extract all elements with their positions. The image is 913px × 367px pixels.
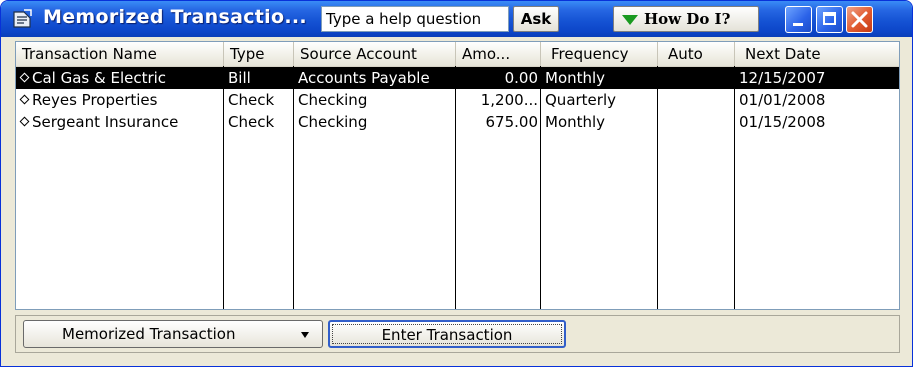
dropdown-arrow-icon [301,332,309,338]
column-header-source-account[interactable]: Source Account [294,42,456,66]
memorized-diamond-icon [19,72,30,83]
column-divider [455,66,456,309]
app-icon [13,9,32,28]
enter-transaction-label: Enter Transaction [332,324,562,344]
cell-next-date: 01/01/2008 [739,91,826,109]
cell-transaction-name: Sergeant Insurance [16,111,224,133]
maximize-icon [823,12,836,25]
cell-source-account: Checking [298,113,368,131]
column-header-auto[interactable]: Auto [658,42,735,66]
cell-transaction-name: Cal Gas & Electric [16,67,224,89]
cell-frequency: Monthly [545,113,606,131]
column-divider [293,66,294,309]
column-header-type[interactable]: Type [224,42,294,66]
cell-amount: 1,200... [480,91,538,109]
cell-source-account: Checking [298,91,368,109]
button-bar: Memorized Transaction Enter Transaction [15,315,900,353]
memorized-transaction-label: Memorized Transaction [62,325,236,343]
title-bar[interactable]: Memorized Transactio... Type a help ques… [1,1,912,37]
column-divider [540,66,541,309]
cell-type: Check [228,91,275,109]
how-do-i-label: How Do I? [644,10,731,28]
green-triangle-icon [622,15,638,25]
close-button[interactable] [846,6,873,33]
memorized-diamond-icon [19,94,30,105]
column-divider [657,66,658,309]
memorized-transaction-window: Memorized Transactio... Type a help ques… [0,0,913,367]
how-do-i-button[interactable]: How Do I? [613,6,759,32]
cell-source-account: Accounts Payable [298,69,430,87]
cell-amount: 0.00 [504,69,538,87]
cell-next-date: 01/15/2008 [739,113,826,131]
cell-transaction-name: Reyes Properties [16,89,224,111]
column-divider [223,66,224,309]
column-header-next-date[interactable]: Next Date [735,42,899,66]
minimize-button[interactable] [785,6,812,33]
table-row[interactable]: Reyes Properties Check Checking 1,200...… [16,89,899,111]
help-search-input[interactable]: Type a help question [321,6,509,32]
maximize-button[interactable] [816,6,843,33]
enter-transaction-button[interactable]: Enter Transaction [328,320,566,348]
window-title: Memorized Transactio... [43,6,307,28]
column-header-amount[interactable]: Amo... [456,42,541,66]
cell-auto [658,111,735,133]
cell-frequency: Monthly [545,69,606,87]
column-header-frequency[interactable]: Frequency [541,42,658,66]
table-row[interactable]: Cal Gas & Electric Bill Accounts Payable… [16,67,899,89]
cell-frequency: Quarterly [545,91,616,109]
memorized-transaction-list[interactable]: Transaction Name Type Source Account Amo… [15,41,900,310]
cell-type: Check [228,113,275,131]
cell-auto [658,67,735,89]
close-icon [851,11,868,28]
memorized-transaction-menu-button[interactable]: Memorized Transaction [23,320,323,348]
list-header: Transaction Name Type Source Account Amo… [16,42,899,67]
cell-auto [658,89,735,111]
column-header-transaction-name[interactable]: Transaction Name [16,42,224,66]
ask-button[interactable]: Ask [513,6,559,32]
memorized-diamond-icon [19,116,30,127]
table-row[interactable]: Sergeant Insurance Check Checking 675.00… [16,111,899,133]
cell-amount: 675.00 [485,113,539,131]
cell-next-date: 12/15/2007 [739,69,826,87]
column-divider [734,66,735,309]
minimize-icon [793,23,803,26]
cell-type: Bill [228,69,251,87]
